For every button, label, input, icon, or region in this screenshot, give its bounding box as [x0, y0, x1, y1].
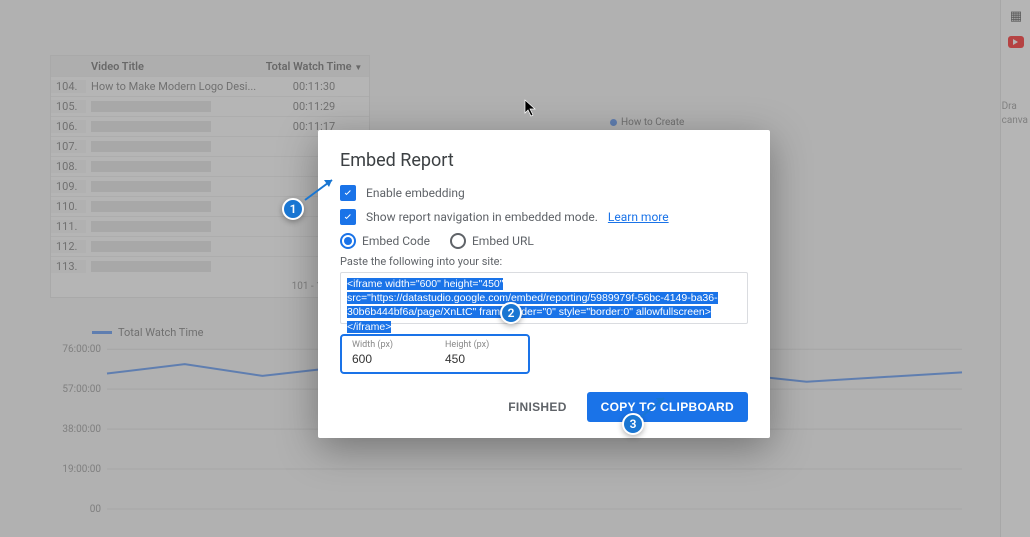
- embed-url-radio[interactable]: Embed URL: [450, 233, 534, 249]
- embed-code-textarea[interactable]: <iframe width="600" height="450" src="ht…: [340, 272, 748, 324]
- show-navigation-label: Show report navigation in embedded mode.: [366, 210, 598, 224]
- annotation-arrow-1: [300, 175, 340, 205]
- show-navigation-checkbox[interactable]: [340, 209, 356, 225]
- mouse-cursor-icon: [524, 99, 538, 117]
- embed-report-dialog: Embed Report Enable embedding Show repor…: [318, 130, 770, 438]
- learn-more-link[interactable]: Learn more: [608, 210, 669, 224]
- finished-button[interactable]: FINISHED: [498, 392, 576, 422]
- paste-instruction: Paste the following into your site:: [340, 255, 748, 268]
- width-label: Width (px): [352, 340, 425, 350]
- enable-embedding-checkbox[interactable]: [340, 185, 356, 201]
- height-input[interactable]: [445, 352, 518, 366]
- checkmark-icon: [342, 211, 354, 223]
- width-input[interactable]: [352, 352, 425, 366]
- dimensions-box: Width (px) Height (px): [340, 334, 530, 374]
- annotation-2: 2: [500, 302, 522, 324]
- dialog-title: Embed Report: [340, 150, 748, 171]
- enable-embedding-label: Enable embedding: [366, 186, 465, 200]
- height-label: Height (px): [445, 340, 518, 350]
- checkmark-icon: [342, 187, 354, 199]
- annotation-arrow-3: [636, 392, 676, 422]
- embed-code-radio[interactable]: Embed Code: [340, 233, 430, 249]
